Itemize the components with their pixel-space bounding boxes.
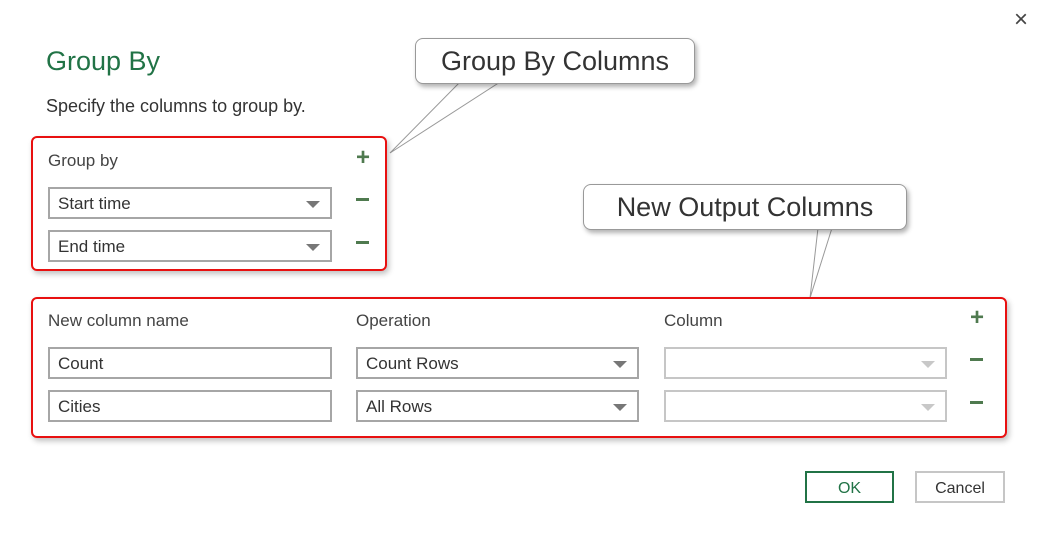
- group-by-value: Start time: [58, 194, 131, 213]
- remove-group-by-icon[interactable]: [356, 232, 369, 244]
- operation-select[interactable]: Count Rows: [356, 347, 639, 379]
- column-select[interactable]: [664, 390, 947, 422]
- input-value: Cities: [58, 397, 101, 416]
- chevron-down-icon: [613, 361, 627, 368]
- chevron-down-icon: [306, 244, 320, 251]
- chevron-down-icon: [613, 404, 627, 411]
- header-operation: Operation: [356, 311, 431, 330]
- remove-aggregation-icon[interactable]: [970, 349, 983, 361]
- group-by-select-1[interactable]: Start time: [48, 187, 332, 219]
- cancel-button[interactable]: Cancel: [915, 471, 1005, 503]
- column-select[interactable]: [664, 347, 947, 379]
- operation-value: Count Rows: [366, 354, 459, 373]
- operation-select[interactable]: All Rows: [356, 390, 639, 422]
- header-new-column-name: New column name: [48, 311, 189, 330]
- group-by-label: Group by: [48, 151, 118, 170]
- input-value: Count: [58, 354, 104, 373]
- new-column-name-input[interactable]: Count: [48, 347, 332, 379]
- add-aggregation-icon[interactable]: +: [970, 306, 984, 330]
- callout-new-output-columns: New Output Columns: [583, 184, 907, 230]
- chevron-down-icon: [921, 361, 935, 368]
- callout-group-by-columns: Group By Columns: [415, 38, 695, 84]
- ok-button[interactable]: OK: [805, 471, 894, 503]
- chevron-down-icon: [921, 404, 935, 411]
- add-group-by-icon[interactable]: +: [356, 146, 370, 170]
- remove-aggregation-icon[interactable]: [970, 392, 983, 404]
- group-by-value: End time: [58, 237, 126, 256]
- remove-group-by-icon[interactable]: [356, 189, 369, 201]
- header-column: Column: [664, 311, 723, 330]
- group-by-select-2[interactable]: End time: [48, 230, 332, 262]
- operation-value: All Rows: [366, 397, 433, 416]
- chevron-down-icon: [306, 201, 320, 208]
- new-column-name-input[interactable]: Cities: [48, 390, 332, 422]
